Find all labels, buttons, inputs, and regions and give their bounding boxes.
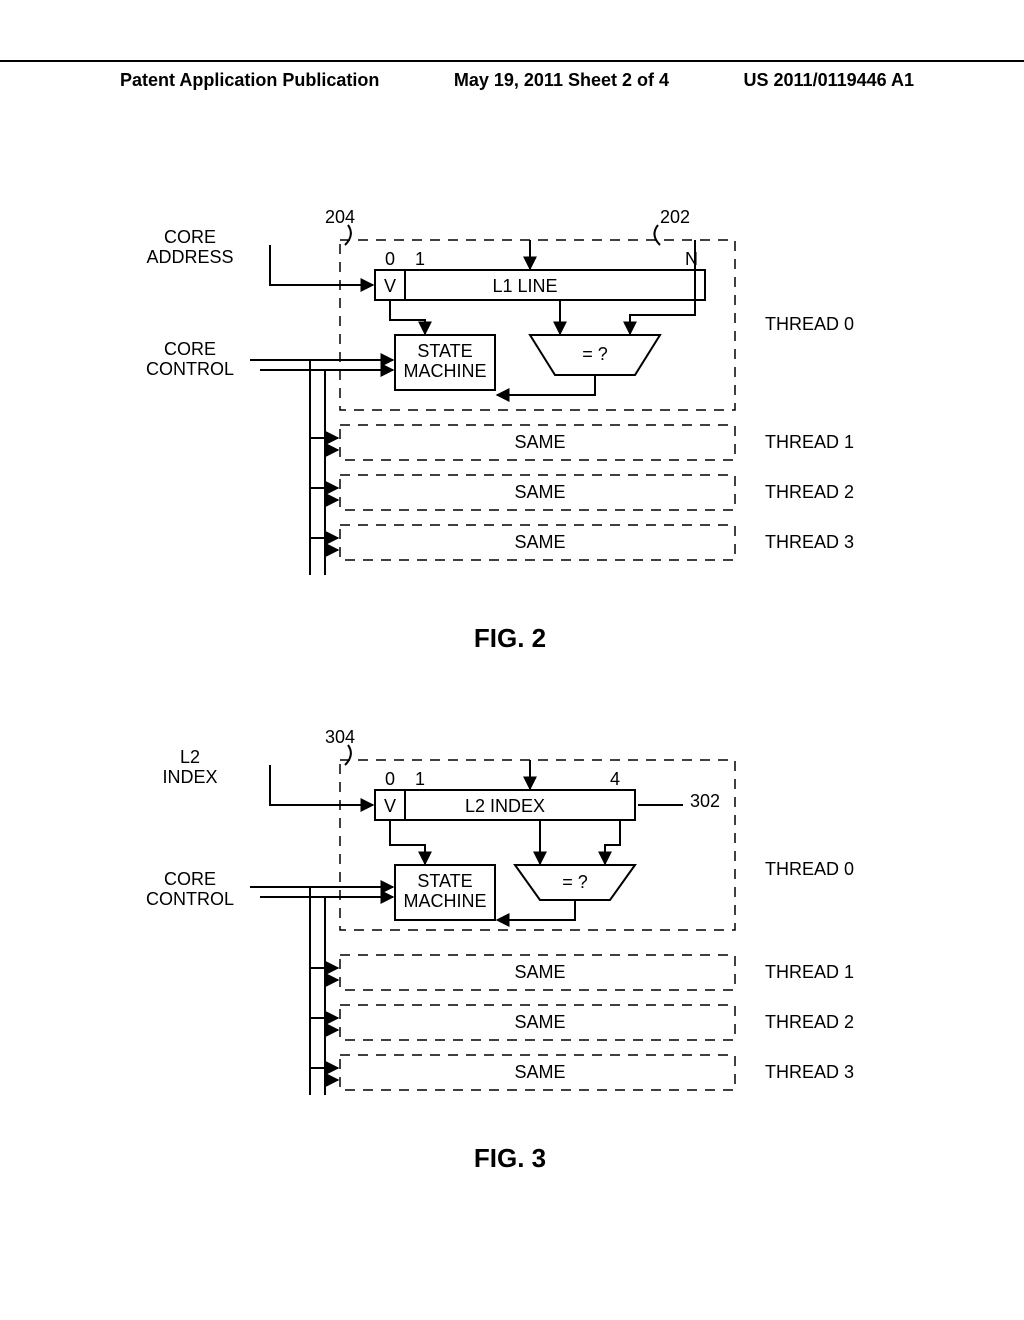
comparator-text: = ?	[582, 344, 608, 364]
bit1: 1	[415, 249, 425, 269]
thread0-label-3: THREAD 0	[765, 859, 854, 879]
bit4-3: 4	[610, 769, 620, 789]
thread3-label: THREAD 3	[765, 532, 854, 552]
l2-index-label: L2INDEX	[162, 747, 217, 787]
bitN: N	[685, 249, 698, 269]
page: Patent Application Publication May 19, 2…	[0, 0, 1024, 1320]
page-header: Patent Application Publication May 19, 2…	[0, 60, 1024, 91]
core-control-label: CORECONTROL	[146, 339, 234, 379]
header-center: May 19, 2011 Sheet 2 of 4	[454, 70, 669, 91]
thread3-label-3: THREAD 3	[765, 1062, 854, 1082]
thread1-same-3: SAME	[514, 962, 565, 982]
thread2-label: THREAD 2	[765, 482, 854, 502]
header-right: US 2011/0119446 A1	[744, 70, 914, 91]
thread2-same-3: SAME	[514, 1012, 565, 1032]
figure-2-svg: 204 202 COREADDRESS CORECONTROL 0 1 N V …	[130, 180, 890, 610]
ref-304: 304	[325, 727, 355, 747]
l2-index-text: L2 INDEX	[465, 796, 545, 816]
ref-302: 302	[690, 791, 720, 811]
figure-2-caption: FIG. 2	[130, 623, 890, 654]
figure-3-svg: 304 302 L2INDEX CORECONTROL 0 1 4 V L2 I…	[130, 700, 890, 1130]
core-control-label-3: CORECONTROL	[146, 869, 234, 909]
figure-3-caption: FIG. 3	[130, 1143, 890, 1174]
comparator-text-3: = ?	[562, 872, 588, 892]
l1-line-text: L1 LINE	[492, 276, 557, 296]
figure-2: 204 202 COREADDRESS CORECONTROL 0 1 N V …	[130, 180, 890, 610]
bit0-3: 0	[385, 769, 395, 789]
thread2-same: SAME	[514, 482, 565, 502]
thread3-same-3: SAME	[514, 1062, 565, 1082]
vbit-3: V	[384, 796, 396, 816]
thread1-label-3: THREAD 1	[765, 962, 854, 982]
figure-3: 304 302 L2INDEX CORECONTROL 0 1 4 V L2 I…	[130, 700, 890, 1130]
bit1-3: 1	[415, 769, 425, 789]
ref-204: 204	[325, 207, 355, 227]
core-address-label: COREADDRESS	[146, 227, 233, 267]
thread1-same: SAME	[514, 432, 565, 452]
ref-202: 202	[660, 207, 690, 227]
vbit: V	[384, 276, 396, 296]
header-left: Patent Application Publication	[120, 70, 379, 91]
bit0: 0	[385, 249, 395, 269]
thread0-label: THREAD 0	[765, 314, 854, 334]
thread2-label-3: THREAD 2	[765, 1012, 854, 1032]
thread1-label: THREAD 1	[765, 432, 854, 452]
thread3-same: SAME	[514, 532, 565, 552]
